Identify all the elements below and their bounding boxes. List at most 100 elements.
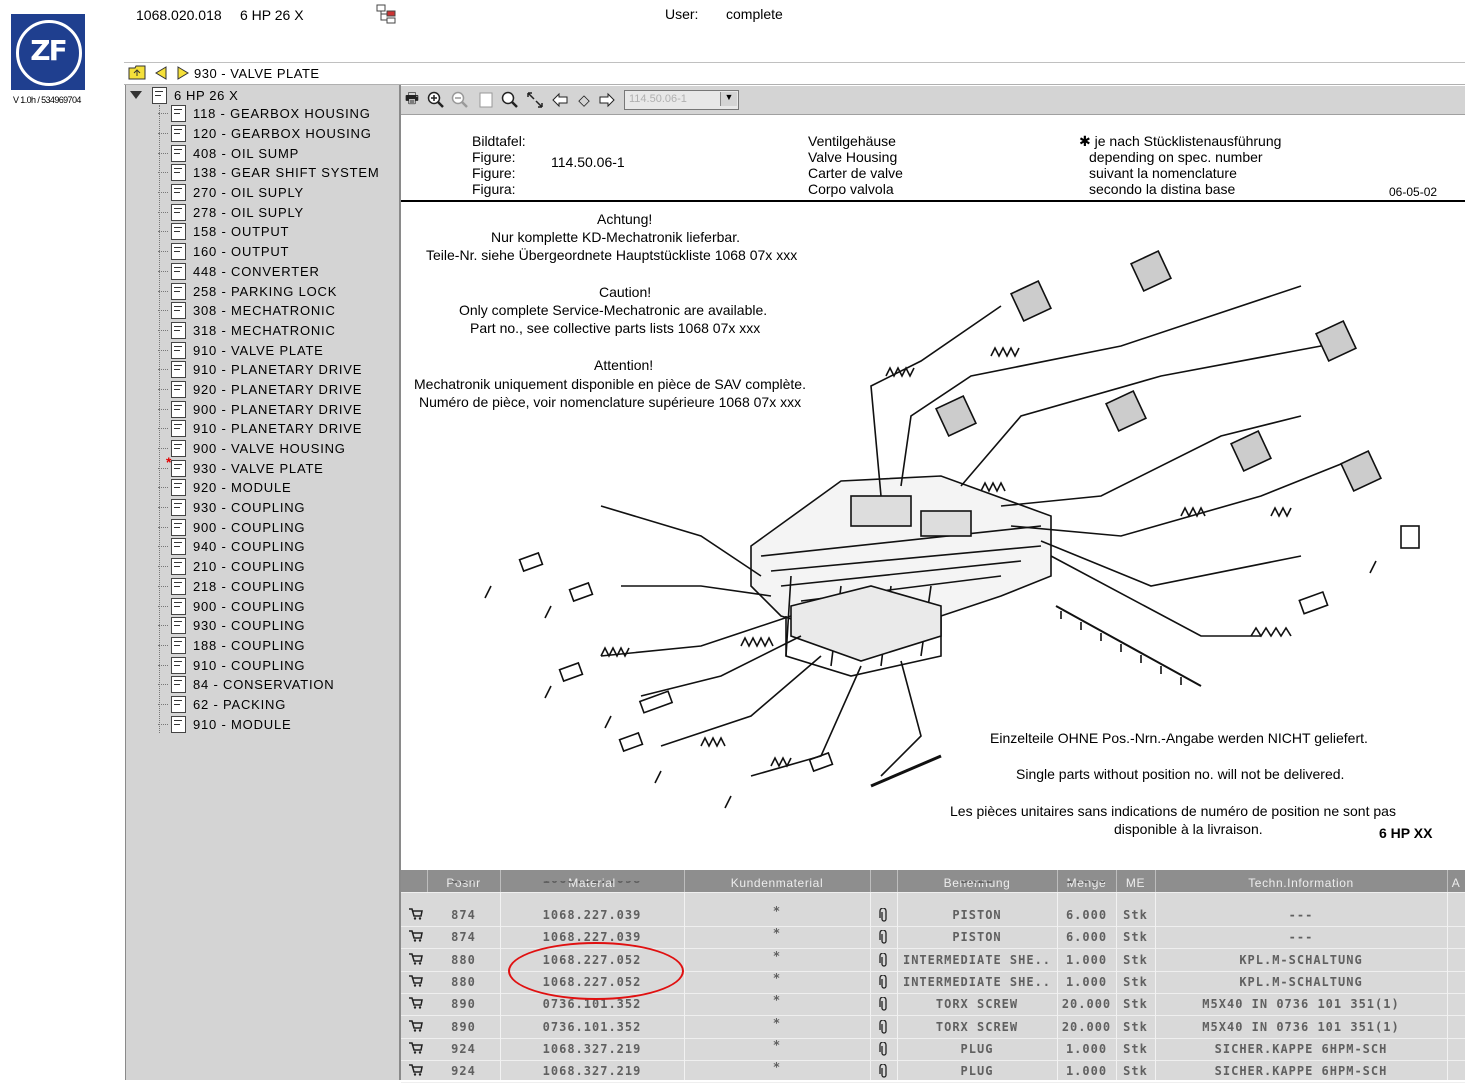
- document-icon: [171, 558, 186, 576]
- tree-item[interactable]: 900 - PLANETARY DRIVE: [158, 399, 379, 419]
- cell-techn: SICHER.KAPPE 6HPM-SCH: [1214, 1064, 1388, 1079]
- tree-item[interactable]: 910 - MODULE: [158, 714, 379, 734]
- attachment-icon[interactable]: [879, 1064, 889, 1078]
- cart-icon[interactable]: [409, 930, 423, 942]
- tree-item[interactable]: 138 - GEAR SHIFT SYSTEM: [158, 163, 379, 183]
- model-label: 6 HP 26 X: [240, 7, 304, 23]
- attachment-icon[interactable]: [879, 908, 889, 922]
- tree-item[interactable]: 158 - OUTPUT: [158, 222, 379, 242]
- tree-item[interactable]: 308 - MECHATRONIC: [158, 301, 379, 321]
- attachment-icon[interactable]: [879, 1041, 889, 1056]
- attachment-icon[interactable]: [879, 997, 889, 1011]
- back-arrow-icon[interactable]: [154, 66, 168, 80]
- attachment-icon[interactable]: [879, 1019, 889, 1034]
- tree-item[interactable]: 930 - COUPLING: [158, 616, 379, 636]
- cell-posnr: 874: [451, 908, 476, 922]
- tree-item[interactable]: 118 - GEARBOX HOUSING: [158, 104, 379, 124]
- table-row[interactable]: 874 1068.227.039 * PISTON 6.000 Stk ---: [401, 904, 1465, 927]
- fit-icon[interactable]: [526, 91, 544, 109]
- chevron-down-icon[interactable]: ▼: [720, 92, 737, 106]
- zoom-in-icon[interactable]: [427, 91, 445, 109]
- tree-item[interactable]: 188 - COUPLING: [158, 636, 379, 656]
- attachment-icon[interactable]: [879, 930, 889, 944]
- tree-item[interactable]: 318 - MECHATRONIC: [158, 321, 379, 341]
- document-icon: [171, 479, 186, 497]
- tree-item[interactable]: 900 - COUPLING: [158, 596, 379, 616]
- tree-item-label: 910 - PLANETARY DRIVE: [193, 362, 363, 378]
- cell-me: Stk: [1123, 1041, 1148, 1056]
- cart-icon[interactable]: [409, 1042, 423, 1054]
- cell-techn: ---: [1288, 908, 1314, 922]
- folder-up-icon[interactable]: [128, 65, 146, 80]
- cart-icon[interactable]: [409, 1064, 423, 1076]
- cell-me: Stk: [1123, 952, 1148, 967]
- tree-item[interactable]: 278 - OIL SUPLY: [158, 202, 379, 222]
- tree-item-label: 900 - VALVE HOUSING: [193, 441, 346, 457]
- document-icon: [171, 695, 186, 713]
- forward-arrow-icon[interactable]: [176, 66, 190, 80]
- cell-benennung: TORX SCREW: [935, 1019, 1019, 1034]
- breadcrumb-label: 930 - VALVE PLATE: [194, 66, 320, 81]
- tree-item[interactable]: 910 - COUPLING: [158, 655, 379, 675]
- arrow-right-icon[interactable]: [598, 91, 616, 109]
- tree-item[interactable]: 84 - CONSERVATION: [158, 675, 379, 695]
- zoom-search-icon[interactable]: [501, 91, 519, 109]
- cart-icon[interactable]: [409, 975, 423, 987]
- tree-item[interactable]: 920 - PLANETARY DRIVE: [158, 380, 379, 400]
- cell-techn: ---: [1288, 930, 1314, 945]
- logo-column: ZF V 1.0h / 534969704: [0, 0, 124, 1080]
- tree-root[interactable]: 6 HP 26 X: [130, 85, 238, 105]
- collapse-icon[interactable]: [130, 91, 142, 99]
- cart-icon[interactable]: [409, 908, 423, 920]
- zoom-out-icon[interactable]: [451, 91, 469, 109]
- print-icon[interactable]: 🖶: [403, 90, 421, 109]
- document-icon: [171, 636, 186, 654]
- cell-me: Stk: [1123, 974, 1148, 989]
- table-row-partial[interactable]: 8641068.327.098 BALL1.000: [401, 881, 1465, 893]
- diamond-icon[interactable]: ◇: [575, 91, 593, 109]
- figure-select[interactable]: 114.50.06-1 ▼: [624, 90, 739, 110]
- page-icon[interactable]: [477, 91, 495, 109]
- tree-item[interactable]: 210 - COUPLING: [158, 557, 379, 577]
- tree-item[interactable]: 62 - PACKING: [158, 695, 379, 715]
- document-icon: [171, 577, 186, 595]
- cell-posnr: 880: [451, 974, 476, 989]
- user-value: complete: [726, 6, 783, 22]
- table-row[interactable]: 890 0736.101.352 * TORX SCREW 20.000 Stk M5X40…: [401, 1016, 1465, 1039]
- tree-item[interactable]: 270 - OIL SUPLY: [158, 183, 379, 203]
- document-icon: [171, 518, 186, 536]
- tree-item[interactable]: 910 - PLANETARY DRIVE: [158, 360, 379, 380]
- table-row[interactable]: 924 1068.327.219 * PLUG 1.000 Stk SICHER.KAPPE…: [401, 1038, 1465, 1061]
- attachment-icon[interactable]: [879, 952, 889, 967]
- cart-icon[interactable]: [409, 1019, 423, 1032]
- cell-benennung: TORX SCREW: [935, 997, 1019, 1012]
- document-icon: [171, 538, 186, 556]
- cart-icon[interactable]: [409, 997, 423, 1009]
- tree-item[interactable]: 910 - PLANETARY DRIVE: [158, 419, 379, 439]
- tree-item[interactable]: 448 - CONVERTER: [158, 262, 379, 282]
- arrow-left-icon[interactable]: [551, 91, 569, 109]
- tree-item[interactable]: * 930 - VALVE PLATE: [158, 454, 379, 478]
- figure-select-value: 114.50.06-1: [629, 93, 687, 105]
- attachment-icon[interactable]: [879, 974, 889, 989]
- tree-item[interactable]: 160 - OUTPUT: [158, 242, 379, 262]
- tree-item[interactable]: 258 - PARKING LOCK: [158, 281, 379, 301]
- cell-menge: 20.000: [1061, 1019, 1112, 1034]
- tree-item[interactable]: 940 - COUPLING: [158, 537, 379, 557]
- bottom-note-en: Single parts without position no. will n…: [1016, 766, 1345, 782]
- tree-item[interactable]: 900 - VALVE HOUSING: [158, 439, 379, 459]
- tree-item[interactable]: 218 - COUPLING: [158, 577, 379, 597]
- structure-icon[interactable]: [376, 4, 396, 24]
- tree-item[interactable]: 910 - VALVE PLATE: [158, 340, 379, 360]
- cart-icon[interactable]: [409, 952, 423, 965]
- tree-item[interactable]: 930 - COUPLING: [158, 498, 379, 518]
- tree-item-label: 138 - GEAR SHIFT SYSTEM: [193, 165, 380, 181]
- tree-item[interactable]: 120 - GEARBOX HOUSING: [158, 124, 379, 144]
- document-icon: [171, 617, 186, 635]
- cell-kunden: *: [772, 1037, 782, 1052]
- tree-item[interactable]: 408 - OIL SUMP: [158, 143, 379, 163]
- tree-item[interactable]: 900 - COUPLING: [158, 517, 379, 537]
- bottom-note-de: Einzelteile OHNE Pos.-Nrn.-Angabe werden…: [990, 730, 1368, 746]
- document-icon: [171, 321, 186, 339]
- tree-item[interactable]: 920 - MODULE: [158, 478, 379, 498]
